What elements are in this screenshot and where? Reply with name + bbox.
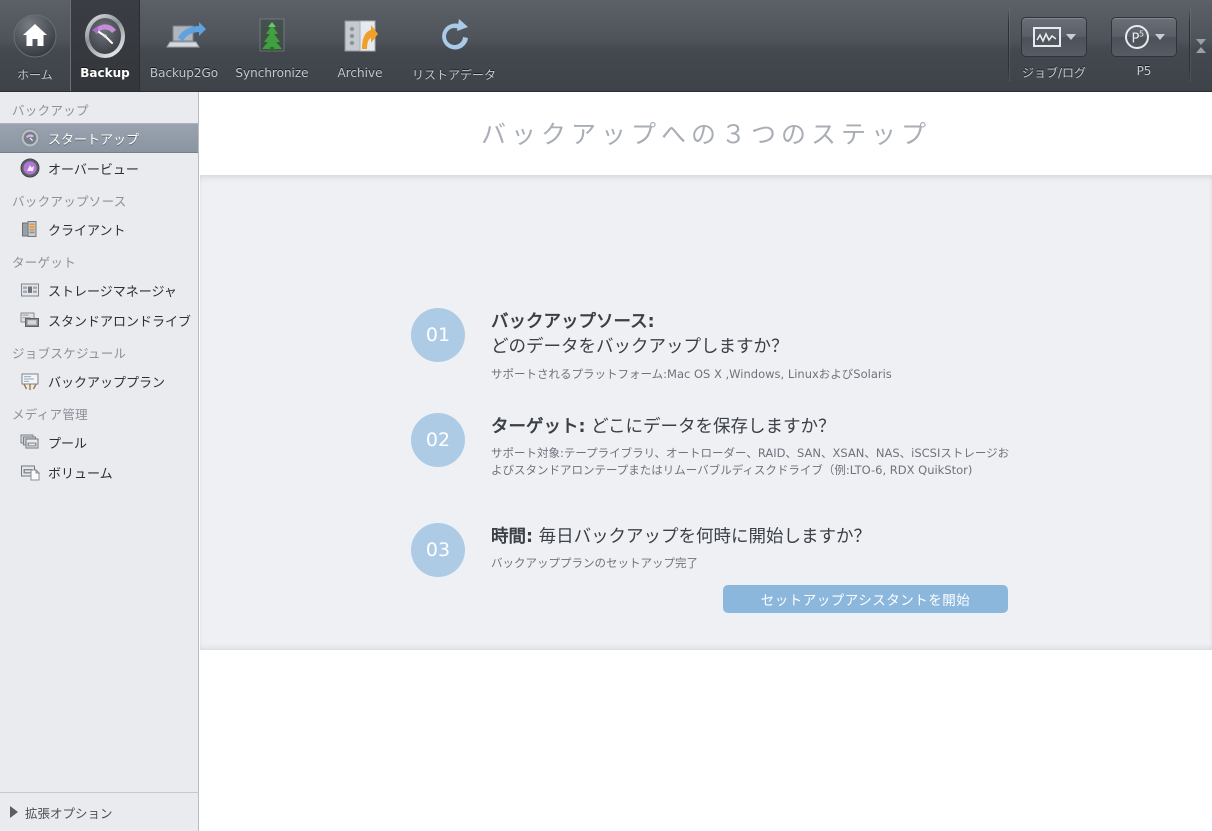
chevron-down-icon xyxy=(1196,38,1206,45)
step-title-bold: ターゲット: xyxy=(491,417,586,437)
toolbar-item-joblog[interactable]: ジョブ/ログ xyxy=(1021,0,1087,81)
toolbar-item-backup2go-label: Backup2Go xyxy=(149,66,219,80)
sidebar-item-standalone-drive[interactable]: スタンドアロンドライブ xyxy=(0,305,198,335)
home-icon xyxy=(13,14,57,58)
step-number-badge: 03 xyxy=(411,523,465,577)
toolbar-item-p5[interactable]: P 5 P5 xyxy=(1111,0,1177,78)
main-toolbar: ホーム Backup Backup2Go Synchronize Archive… xyxy=(0,0,1212,92)
toolbar-item-backup[interactable]: Backup xyxy=(70,0,140,91)
toolbar-primary-group: ホーム Backup Backup2Go Synchronize Archive… xyxy=(0,0,504,91)
sidebar-item-volume[interactable]: ボリューム xyxy=(0,457,198,487)
extended-options-label: 拡張オプション xyxy=(25,805,113,821)
sidebar-item-overview-label: オーバービュー xyxy=(48,162,139,178)
waveform-icon xyxy=(1032,27,1061,47)
step-title-bold: 時間: xyxy=(491,527,533,547)
toolbar-item-restore[interactable]: リストアデータ xyxy=(404,0,504,91)
step-description: サポート対象:テープライブラリ、オートローダー、RAID、SAN、XSAN、NA… xyxy=(491,446,1010,478)
startup-dial-icon xyxy=(20,128,40,148)
sidebar-heading-media-management: メディア管理 xyxy=(12,407,88,422)
sidebar: バックアップ スタートアップ オーバービュー バックアップソース クライアント … xyxy=(0,92,199,831)
steps-panel: 01 バックアップソース: どのデータをバックアップしますか？ サポートされるプ… xyxy=(200,175,1212,650)
svg-text:5: 5 xyxy=(1139,30,1144,39)
step-title-rest: 毎日バックアップを何時に開始しますか？ xyxy=(533,527,872,547)
overview-globe-icon xyxy=(20,158,40,178)
toolbar-secondary-group: ジョブ/ログ P 5 P5 xyxy=(1008,0,1212,91)
main-content: バックアップへの３つのステップ 01 バックアップソース: どのデータをバックア… xyxy=(200,92,1212,831)
toolbar-item-p5-label: P5 xyxy=(1136,64,1152,78)
sidebar-item-standalone-drive-label: スタンドアロンドライブ xyxy=(48,314,192,330)
step-title: 時間: 毎日バックアップを何時に開始しますか？ xyxy=(491,525,871,550)
step-item-02: 02 ターゲット: どこにデータを保存しますか？ サポート対象:テープライブラリ… xyxy=(411,413,1013,479)
sidebar-heading-backup: バックアップ xyxy=(12,103,89,118)
step-title-rest: どこにデータを保存しますか？ xyxy=(585,417,836,437)
p5-dropdown-button[interactable]: P 5 xyxy=(1111,17,1177,57)
toolbar-item-home[interactable]: ホーム xyxy=(0,0,70,91)
joblog-dropdown-button[interactable] xyxy=(1021,17,1087,57)
chevron-down-icon xyxy=(1154,34,1165,40)
toolbar-item-archive-label: Archive xyxy=(337,66,383,80)
step-body: バックアップソース: どのデータをバックアップしますか？ サポートされるプラット… xyxy=(491,308,892,383)
laptop-arrow-icon xyxy=(166,22,206,48)
toolbar-item-synchronize-label: Synchronize xyxy=(235,66,309,80)
sidebar-item-overview[interactable]: オーバービュー xyxy=(0,153,198,183)
client-server-icon xyxy=(22,221,37,237)
pool-tapes-icon xyxy=(20,434,39,449)
sidebar-heading-job-schedule: ジョブスケジュール xyxy=(12,346,127,361)
toolbar-item-joblog-label: ジョブ/ログ xyxy=(1021,66,1087,80)
sidebar-item-startup-label: スタートアップ xyxy=(48,132,140,148)
step-description: バックアッププランのセットアップ完了 xyxy=(491,556,698,571)
step-title-rest: どのデータをバックアップしますか？ xyxy=(491,337,789,358)
step-item-03: 03 時間: 毎日バックアップを何時に開始しますか？ バックアッププランのセット… xyxy=(411,523,871,577)
step-body: ターゲット: どこにデータを保存しますか？ サポート対象:テープライブラリ、オー… xyxy=(491,413,1013,479)
toolbar-divider-left xyxy=(1008,8,1009,82)
step-number-badge: 02 xyxy=(411,413,465,467)
toolbar-item-synchronize[interactable]: Synchronize xyxy=(228,0,316,91)
safe-arrow-icon xyxy=(344,20,378,52)
chevron-up-icon xyxy=(1196,46,1206,53)
step-body: 時間: 毎日バックアップを何時に開始しますか？ バックアッププランのセットアップ… xyxy=(491,523,871,577)
sidebar-item-storage-manager[interactable]: ストレージマネージャ xyxy=(0,275,198,305)
sidebar-item-client[interactable]: クライアント xyxy=(0,214,198,244)
sidebar-heading-backup-source: バックアップソース xyxy=(12,194,127,209)
start-setup-assistant-button[interactable]: セットアップアシスタントを開始 xyxy=(723,585,1008,613)
step-title: ターゲット: どこにデータを保存しますか？ xyxy=(491,415,1013,440)
step-description: サポートされるプラットフォーム:Mac OS X ,Windows, Linux… xyxy=(491,366,892,381)
sidebar-item-backup-plan-label: バックアッププラン xyxy=(48,375,166,391)
triangle-right-icon xyxy=(10,806,18,818)
sidebar-item-volume-label: ボリューム xyxy=(48,466,113,482)
toolbar-item-restore-label: リストアデータ xyxy=(411,68,496,82)
sidebar-item-backup-plan[interactable]: バックアッププラン xyxy=(0,366,198,396)
toolbar-item-backup2go[interactable]: Backup2Go xyxy=(140,0,228,91)
sidebar-item-pool[interactable]: プール xyxy=(0,427,198,457)
sync-tree-icon xyxy=(259,18,285,52)
sidebar-item-client-label: クライアント xyxy=(48,223,126,239)
toolbar-item-home-label: ホーム xyxy=(17,68,53,82)
backup-plan-easel-icon xyxy=(21,373,39,390)
step-item-01: 01 バックアップソース: どのデータをバックアップしますか？ サポートされるプ… xyxy=(411,308,892,383)
chevron-down-icon xyxy=(1065,34,1076,40)
p5-badge-icon: P 5 xyxy=(1124,25,1149,49)
page-title: バックアップへの３つのステップ xyxy=(480,120,931,149)
step-title: バックアップソース: どのデータをバックアップしますか？ xyxy=(491,310,892,361)
step-title-bold: バックアップソース: xyxy=(491,312,655,332)
sidebar-heading-target: ターゲット xyxy=(12,255,77,270)
toolbar-overflow-scroller[interactable] xyxy=(1190,0,1212,91)
extended-options-toggle[interactable]: 拡張オプション xyxy=(0,792,199,831)
step-number-badge: 01 xyxy=(411,308,465,362)
volume-tape-icon xyxy=(21,465,40,481)
toolbar-item-backup-label: Backup xyxy=(80,66,130,80)
restore-arrow-icon xyxy=(442,19,468,50)
sidebar-item-storage-manager-label: ストレージマネージャ xyxy=(48,284,177,300)
backup-clock-icon xyxy=(85,14,125,58)
sidebar-item-pool-label: プール xyxy=(48,436,88,452)
toolbar-item-archive[interactable]: Archive xyxy=(316,0,404,91)
sidebar-item-startup[interactable]: スタートアップ xyxy=(0,123,198,153)
standalone-drive-icon xyxy=(20,312,39,327)
storage-manager-icon xyxy=(21,283,39,297)
